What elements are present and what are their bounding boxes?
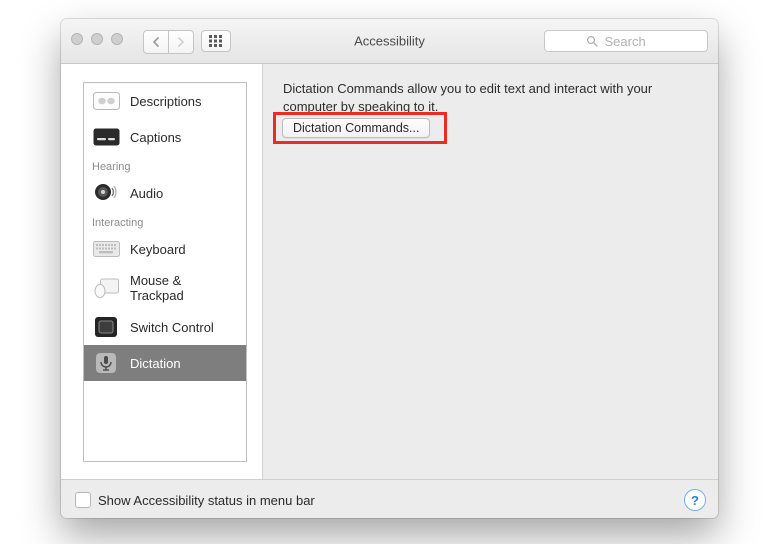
nav-back-forward <box>143 30 194 54</box>
sidebar-item-captions[interactable]: Captions <box>84 119 246 155</box>
mouse-trackpad-icon <box>92 276 120 300</box>
zoom-window-button[interactable] <box>111 33 123 45</box>
descriptions-icon <box>92 89 120 113</box>
sidebar-item-mouse-trackpad[interactable]: Mouse & Trackpad <box>84 267 246 309</box>
captions-icon <box>92 125 120 149</box>
minimize-window-button[interactable] <box>91 33 103 45</box>
search-input[interactable] <box>603 33 667 50</box>
sidebar-item-label: Dictation <box>130 356 181 371</box>
search-icon <box>586 35 598 47</box>
dictation-description: Dictation Commands allow you to edit tex… <box>283 80 683 115</box>
menubar-status-checkbox[interactable] <box>75 492 91 508</box>
window-title: Accessibility <box>354 34 425 49</box>
sidebar-item-label: Descriptions <box>130 94 202 109</box>
help-button[interactable]: ? <box>684 489 706 511</box>
sidebar-item-dictation[interactable]: Dictation <box>84 345 246 381</box>
sidebar-item-descriptions[interactable]: Descriptions <box>84 83 246 119</box>
show-all-button[interactable] <box>201 30 231 52</box>
search-field[interactable] <box>544 30 708 52</box>
body: Descriptions Captions Hearing Audio <box>61 64 718 479</box>
sidebar-item-label: Mouse & Trackpad <box>130 273 238 303</box>
grid-icon <box>209 35 223 47</box>
close-window-button[interactable] <box>71 33 83 45</box>
audio-icon <box>92 181 120 205</box>
category-list[interactable]: Descriptions Captions Hearing Audio <box>83 82 247 462</box>
menubar-status-label: Show Accessibility status in menu bar <box>98 493 315 508</box>
back-button[interactable] <box>144 31 168 53</box>
dictation-commands-button[interactable]: Dictation Commands... <box>282 118 430 138</box>
switch-control-icon <box>92 315 120 339</box>
accessibility-preferences-window: Accessibility Descriptions <box>61 19 718 518</box>
sidebar-item-audio[interactable]: Audio <box>84 175 246 211</box>
sidebar-item-label: Switch Control <box>130 320 214 335</box>
chevron-left-icon <box>152 37 160 47</box>
forward-button[interactable] <box>168 31 193 53</box>
section-label-interacting: Interacting <box>84 211 246 231</box>
window-controls <box>71 33 123 45</box>
sidebar-item-label: Audio <box>130 186 163 201</box>
sidebar-container: Descriptions Captions Hearing Audio <box>61 64 263 479</box>
sidebar-item-switch-control[interactable]: Switch Control <box>84 309 246 345</box>
section-label-hearing: Hearing <box>84 155 246 175</box>
detail-pane: Dictation Commands allow you to edit tex… <box>263 64 718 479</box>
sidebar-item-label: Keyboard <box>130 242 186 257</box>
chevron-right-icon <box>177 37 185 47</box>
microphone-icon <box>92 351 120 375</box>
sidebar-item-keyboard[interactable]: Keyboard <box>84 231 246 267</box>
sidebar-item-label: Captions <box>130 130 181 145</box>
footer: Show Accessibility status in menu bar ? <box>61 479 718 518</box>
keyboard-icon <box>92 237 120 261</box>
titlebar: Accessibility <box>61 19 718 64</box>
